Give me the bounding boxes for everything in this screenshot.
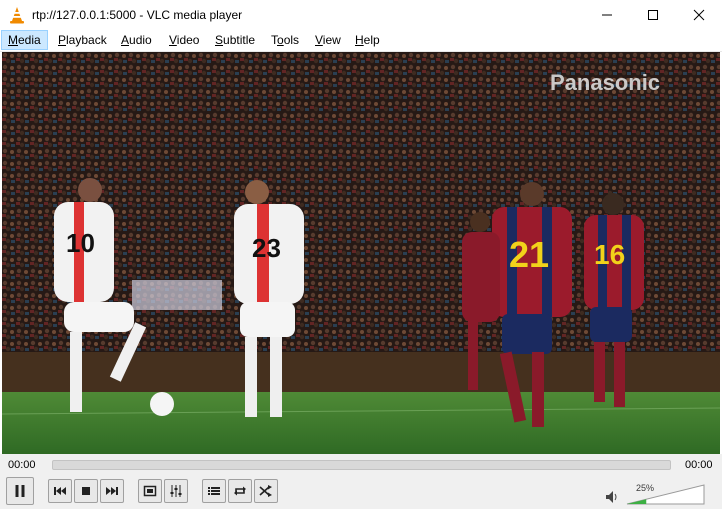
loop-icon <box>234 486 246 496</box>
menu-audio[interactable]: Audio <box>115 30 158 50</box>
maximize-button[interactable] <box>630 0 676 30</box>
shuffle-icon <box>259 485 272 497</box>
menu-subtitle[interactable]: Subtitle <box>209 30 261 50</box>
close-icon <box>693 9 705 21</box>
menu-playback[interactable]: Playback <box>52 30 113 50</box>
pause-button[interactable] <box>6 477 34 505</box>
pause-icon <box>15 485 25 497</box>
shuffle-button[interactable] <box>254 479 278 503</box>
volume-slider[interactable] <box>625 483 705 505</box>
player-number: 16 <box>594 239 625 270</box>
player-number: 23 <box>252 233 281 263</box>
seek-row: 00:00 00:00 <box>0 454 722 475</box>
fullscreen-icon <box>143 485 157 497</box>
vlc-cone-icon <box>10 7 24 24</box>
menu-audio-label: Audio <box>121 33 152 47</box>
player-number: 21 <box>509 234 549 275</box>
next-button[interactable] <box>100 479 124 503</box>
playlist-icon <box>208 487 220 495</box>
menu-subtitle-label: Subtitle <box>215 33 256 47</box>
previous-button[interactable] <box>48 479 72 503</box>
menu-tools[interactable]: Tools <box>265 30 305 50</box>
title-bar: rtp://127.0.0.1:5000 - VLC media player <box>0 0 722 31</box>
video-surface[interactable]: Panasonic 10 23 21 16 <box>2 52 720 454</box>
menu-help-label: Help <box>355 33 380 47</box>
menu-view[interactable]: View <box>309 30 347 50</box>
menu-help[interactable]: Help <box>349 30 386 50</box>
minimize-icon <box>602 14 612 16</box>
stop-icon <box>82 487 90 495</box>
fullscreen-button[interactable] <box>138 479 162 503</box>
menu-tools-label: Tools <box>271 33 300 47</box>
menu-video-label: Video <box>169 33 200 47</box>
extended-settings-button[interactable] <box>164 479 188 503</box>
total-time: 00:00 <box>685 459 713 471</box>
previous-icon <box>54 487 66 495</box>
loop-button[interactable] <box>228 479 252 503</box>
menu-bar: Media Playback Audio Video Subtitle Tool… <box>0 30 722 52</box>
control-bar: 25% <box>0 475 722 509</box>
extended-settings-icon <box>170 485 182 497</box>
menu-media[interactable]: Media <box>1 30 48 50</box>
video-watermark: Panasonic <box>550 70 660 95</box>
player-number: 10 <box>66 228 95 258</box>
video-frame: Panasonic 10 23 21 16 <box>2 52 720 454</box>
menu-view-label: View <box>315 33 341 47</box>
seek-slider[interactable] <box>52 460 671 470</box>
soccer-ball <box>150 392 174 416</box>
next-icon <box>106 487 118 495</box>
stop-button[interactable] <box>74 479 98 503</box>
menu-playback-label: Playback <box>58 33 107 47</box>
maximize-icon <box>648 10 658 20</box>
menu-video[interactable]: Video <box>163 30 205 50</box>
speaker-icon[interactable] <box>604 489 620 505</box>
close-button[interactable] <box>676 0 722 30</box>
elapsed-time: 00:00 <box>8 459 36 471</box>
playlist-button[interactable] <box>202 479 226 503</box>
minimize-button[interactable] <box>584 0 630 30</box>
menu-media-label: Media <box>8 33 41 47</box>
window-title: rtp://127.0.0.1:5000 - VLC media player <box>32 8 243 22</box>
